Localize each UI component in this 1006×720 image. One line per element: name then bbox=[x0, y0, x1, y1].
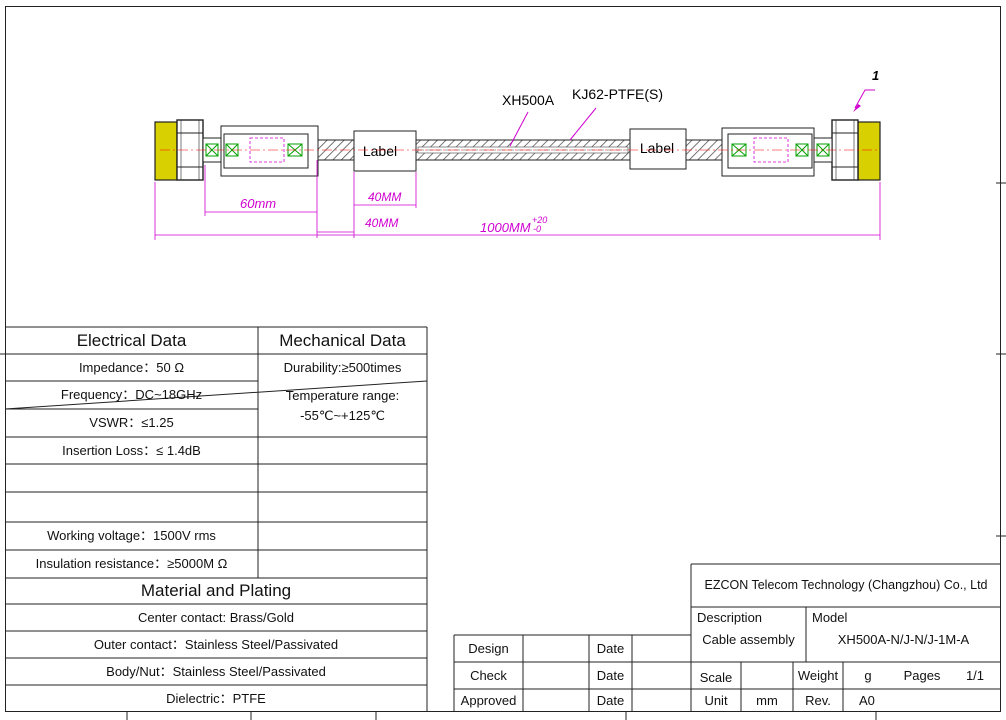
company-name: EZCON Telecom Technology (Changzhou) Co.… bbox=[704, 578, 988, 592]
temperature-label: Temperature range: bbox=[285, 388, 400, 404]
weight-label: Weight bbox=[797, 667, 839, 683]
outer-contact-value: Outer contact：Stainless Steel/Passivated bbox=[93, 636, 339, 652]
working-voltage-value: Working voltage：1500V rms bbox=[47, 528, 216, 544]
center-contact-value: Center contact: Brass/Gold bbox=[137, 609, 295, 625]
weight-value: g bbox=[864, 667, 872, 683]
description-value: Cable assembly bbox=[702, 632, 795, 648]
body-nut-value: Body/Nut：Stainless Steel/Passivated bbox=[106, 663, 326, 679]
impedance-value: Impedance：50 Ω bbox=[78, 359, 185, 375]
material-plating-header: Material and Plating bbox=[140, 580, 292, 600]
model-value: XH500A-N/J-N/J-1M-A bbox=[837, 632, 970, 648]
approved-label: Approved bbox=[460, 692, 517, 708]
design-date-label: Date bbox=[596, 640, 625, 656]
check-label: Check bbox=[470, 667, 507, 683]
pages-label: Pages bbox=[903, 667, 941, 683]
vswr-value: VSWR：≤1.25 bbox=[89, 415, 174, 431]
insulation-resistance-value: Insulation resistance：≥5000M Ω bbox=[35, 556, 228, 572]
insertion-loss-value: Insertion Loss：≤ 1.4dB bbox=[62, 442, 201, 458]
check-date-label: Date bbox=[596, 667, 625, 683]
model-label: Model bbox=[812, 610, 848, 626]
pages-value: 1/1 bbox=[965, 667, 985, 683]
electrical-data-header: Electrical Data bbox=[76, 330, 187, 350]
approved-date-label: Date bbox=[596, 692, 625, 708]
temperature-value: -55℃~+125℃ bbox=[300, 408, 385, 424]
durability-value: Durability:≥500times bbox=[283, 359, 402, 375]
unit-label: Unit bbox=[704, 692, 728, 708]
rev-value: A0 bbox=[859, 692, 875, 708]
mechanical-data-header: Mechanical Data bbox=[279, 330, 406, 350]
dielectric-value: Dielectric：PTFE bbox=[166, 690, 266, 706]
scale-label: Scale bbox=[699, 669, 733, 685]
description-label: Description bbox=[697, 610, 763, 626]
rev-label: Rev. bbox=[805, 692, 831, 708]
unit-value: mm bbox=[756, 692, 778, 708]
frequency-value: Frequency：DC~18GHz bbox=[60, 387, 203, 403]
design-label: Design bbox=[468, 640, 509, 656]
